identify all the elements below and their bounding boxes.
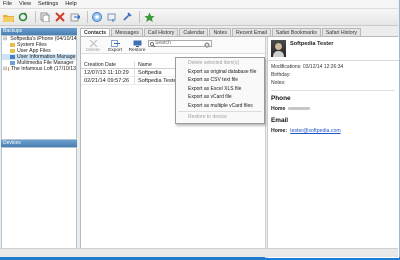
menu-settings[interactable]: Settings	[38, 1, 58, 7]
star-icon[interactable]	[143, 11, 155, 23]
tab-contacts[interactable]: Contacts	[80, 28, 111, 36]
phone-home-label: Home	[271, 106, 286, 112]
search-icon	[150, 42, 155, 47]
delete-icon[interactable]	[54, 11, 66, 23]
contact-detail-panel: Softpedia Tester Modifications: 03/12/14…	[268, 37, 399, 258]
export-icon[interactable]	[69, 11, 81, 23]
context-menu-item[interactable]: Export as CSV text file	[176, 76, 264, 85]
modifications-value: 03/12/14 12:26:34	[302, 64, 344, 70]
app-window: File View Settings Help Backups ⊟ Softped…	[0, 0, 400, 258]
context-menu-item[interactable]: Export as multiple vCard files	[176, 102, 264, 111]
context-menu-item[interactable]: Export as original database file	[176, 68, 264, 77]
tab-safari-bookmarks[interactable]: Safari Bookmarks	[271, 28, 321, 36]
tab-bar: Contacts Messages Call History Calendar Note…	[80, 28, 398, 36]
modifications-label: Modifications:	[271, 64, 302, 70]
context-menu-item[interactable]: Export as Excel XLS file	[176, 85, 264, 94]
email-section-title: Email	[271, 117, 289, 124]
tab-call-history[interactable]: Call History	[143, 28, 179, 36]
left-panel: Backups ⊟ Softpedia's iPhone (04/10/14 Sys…	[1, 28, 77, 256]
delete-button[interactable]: Delete	[83, 38, 103, 53]
tab-calendar[interactable]: Calendar	[179, 28, 209, 36]
cell-creation-date: 02/21/14 09:57:26	[81, 77, 135, 84]
device-icon[interactable]	[91, 11, 103, 23]
tree-item[interactable]: ⊟ The Infamous Loft (17/10/13	[2, 66, 76, 72]
context-menu: Delete selected item(s) Export as origina…	[175, 57, 265, 124]
devices-list	[1, 147, 77, 255]
status-bar	[0, 248, 398, 257]
tab-notes[interactable]: Notes	[209, 28, 232, 36]
menu-bar: File View Settings Help	[0, 0, 398, 9]
toolbar-separator	[87, 11, 88, 23]
restore-icon	[133, 40, 142, 47]
copy-icon[interactable]	[39, 11, 51, 23]
toolbar-separator	[35, 11, 36, 23]
modifications-row: Modifications: 03/12/14 12:26:34	[271, 64, 343, 70]
menu-separator	[178, 111, 262, 112]
media-icon	[10, 61, 15, 65]
export-button[interactable]: Export	[105, 38, 125, 53]
tools-icon[interactable]	[121, 11, 133, 23]
folder-icon	[10, 43, 15, 47]
restore-button[interactable]: Restore	[127, 38, 147, 53]
main-toolbar	[0, 9, 398, 26]
export-label: Export	[108, 48, 122, 53]
tab-recent-email[interactable]: Recent Email	[232, 28, 271, 36]
phone-home-row: Home	[271, 106, 311, 112]
expand-toggle-icon[interactable]: ⊟	[3, 66, 7, 72]
redacted-phone-number	[288, 107, 311, 111]
column-header-creation-date[interactable]: Creation Date	[81, 61, 135, 68]
birthday-label: Birthday:	[271, 72, 291, 78]
phone-section-title: Phone	[271, 95, 291, 102]
search-input[interactable]: Search	[148, 40, 212, 48]
email-home-label: Home:	[271, 128, 288, 134]
delete-label: Delete	[86, 48, 100, 53]
tree-item-label: The Infamous Loft (17/10/13	[10, 66, 76, 72]
contact-header: Softpedia Tester	[268, 37, 399, 61]
export-icon	[110, 40, 120, 47]
notes-label: Notes:	[271, 80, 286, 86]
restore-label: Restore	[128, 48, 146, 53]
backups-header: Backups	[1, 28, 77, 35]
phone-icon	[8, 67, 9, 71]
folder-icon	[10, 49, 15, 53]
avatar	[271, 40, 286, 57]
toolbar-separator	[139, 11, 140, 23]
divider	[271, 90, 395, 91]
contacts-icon	[10, 55, 15, 59]
clear-search-icon[interactable]	[204, 41, 210, 48]
expand-toggle-icon[interactable]: ⊟	[3, 36, 7, 42]
tab-safari-history[interactable]: Safari History	[321, 28, 361, 36]
cell-creation-date: 12/07/13 11:10:29	[81, 69, 135, 76]
refresh-icon[interactable]	[17, 11, 29, 23]
menu-help[interactable]: Help	[65, 1, 77, 7]
context-menu-item: Restore to device	[188, 114, 227, 120]
contact-name: Softpedia Tester	[290, 41, 334, 47]
email-home-row: Home: tester@softpedia.com	[271, 128, 341, 134]
search-placeholder: Search	[155, 40, 171, 46]
delete-icon	[89, 39, 98, 48]
menu-file[interactable]: File	[3, 1, 12, 7]
context-menu-item[interactable]: Export as vCard file	[176, 93, 264, 102]
menu-view[interactable]: View	[19, 1, 31, 7]
open-folder-icon[interactable]	[2, 11, 14, 23]
contacts-toolbar: Delete Export Restore Search	[81, 37, 265, 54]
context-menu-item: Delete selected item(s)	[188, 60, 240, 66]
email-link[interactable]: tester@softpedia.com	[290, 128, 341, 134]
backups-tree: ⊟ Softpedia's iPhone (04/10/14 System File…	[1, 35, 77, 140]
devices-header: Devices	[1, 140, 77, 147]
tab-messages[interactable]: Messages	[111, 28, 143, 36]
restore-icon[interactable]	[106, 11, 118, 23]
